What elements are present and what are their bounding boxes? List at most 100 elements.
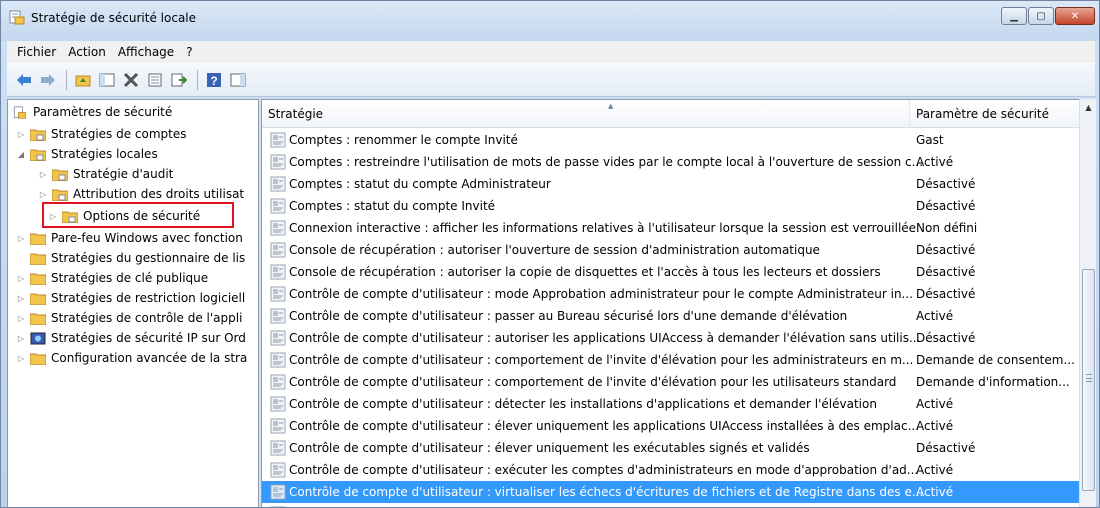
menu-affichage[interactable]: Affichage <box>112 45 180 59</box>
toolbar-separator <box>66 69 67 90</box>
policy-icon <box>270 176 286 192</box>
policy-icon <box>270 308 286 324</box>
menu-action[interactable]: Action <box>62 45 112 59</box>
tree-item-securite-ip[interactable]: ▷ Stratégies de sécurité IP sur Ord <box>16 328 246 348</box>
delete-x-icon <box>123 72 139 87</box>
policy-icon <box>270 462 286 478</box>
expand-arrow-icon[interactable]: ▷ <box>16 293 26 303</box>
menu-fichier[interactable]: Fichier <box>11 45 62 59</box>
folder-icon <box>30 253 46 265</box>
security-policy-app-icon <box>9 10 25 25</box>
table-row[interactable]: Contrôle de compte d'utilisateur : exécu… <box>262 459 1082 481</box>
expand-arrow-icon[interactable]: ▷ <box>16 233 26 243</box>
table-row[interactable]: Contrôle de compte d'utilisateur : autor… <box>262 327 1082 349</box>
table-row[interactable]: Contrôle de compte d'utilisateur : compo… <box>262 371 1082 393</box>
table-row[interactable]: Contrôle de compte d'utilisateur : éleve… <box>262 437 1082 459</box>
folder-icon <box>30 313 46 325</box>
tree-item-label: Pare-feu Windows avec fonction <box>51 231 243 245</box>
vertical-scrollbar[interactable]: ▲ <box>1079 99 1097 507</box>
expand-arrow-icon[interactable]: ▷ <box>38 189 48 199</box>
export-list-button[interactable] <box>168 69 190 91</box>
menu-bar: Fichier Action Affichage ? <box>7 41 1095 63</box>
close-button[interactable]: ✕ <box>1055 7 1095 25</box>
policy-name: Contrôle de compte d'utilisateur : compo… <box>289 375 897 389</box>
tree-item-comptes[interactable]: ▷ Stratégies de comptes <box>16 124 187 144</box>
tree-item-gestionnaire-listes[interactable]: Stratégies du gestionnaire de lis <box>30 248 245 268</box>
table-row[interactable]: Contrôleur de domaine : conditions requi… <box>262 503 1082 507</box>
red-highlight-box <box>42 202 234 228</box>
table-row[interactable]: Comptes : restreindre l'utilisation de m… <box>262 151 1082 173</box>
policy-icon <box>270 330 286 346</box>
tree-item-label: Stratégie d'audit <box>73 167 174 181</box>
properties-button[interactable] <box>144 69 166 91</box>
tree-item-label: Stratégies locales <box>51 147 158 161</box>
expand-arrow-icon[interactable]: ▷ <box>16 313 26 323</box>
tree-item-parefeu[interactable]: ▷ Pare-feu Windows avec fonction <box>16 228 243 248</box>
scrollbar-thumb[interactable] <box>1082 269 1095 491</box>
expand-arrow-icon[interactable]: ▷ <box>16 273 26 283</box>
expand-arrow-icon[interactable]: ▷ <box>16 129 26 139</box>
expand-arrow-icon[interactable]: ▷ <box>16 333 26 343</box>
tree-item-label: Paramètres de sécurité <box>33 105 173 119</box>
policy-setting: Activé <box>916 309 954 323</box>
minimize-button[interactable]: ▁ <box>1001 7 1027 25</box>
title-bar[interactable]: Stratégie de sécurité locale ▁ ▢ ✕ <box>1 1 1099 41</box>
forward-arrow-icon <box>41 73 55 86</box>
tree-item-cle-publique[interactable]: ▷ Stratégies de clé publique <box>16 268 208 288</box>
show-hide-tree-button[interactable] <box>96 69 118 91</box>
table-row[interactable]: Contrôle de compte d'utilisateur : éleve… <box>262 415 1082 437</box>
table-row[interactable]: Comptes : statut du compte Invité Désacti… <box>262 195 1082 217</box>
delete-button[interactable] <box>120 69 142 91</box>
window-title: Stratégie de sécurité locale <box>31 11 197 25</box>
table-row[interactable]: Contrôle de compte d'utilisateur : détec… <box>262 393 1082 415</box>
policy-name: Contrôle de compte d'utilisateur : éleve… <box>289 419 920 433</box>
help-button[interactable]: ? <box>203 69 225 91</box>
table-row[interactable]: Comptes : renommer le compte Invité Gast <box>262 129 1082 151</box>
policy-setting: Désactivé <box>916 243 976 257</box>
policy-icon <box>270 286 286 302</box>
back-button[interactable] <box>13 69 35 91</box>
policy-icon <box>270 484 286 500</box>
policy-setting: Activé <box>916 419 954 433</box>
folder-icon <box>30 273 46 285</box>
policy-icon <box>270 220 286 236</box>
policy-setting: Activé <box>916 155 954 169</box>
minimize-icon: ▁ <box>1010 10 1018 22</box>
collapse-arrow-icon[interactable]: ◢ <box>16 149 26 159</box>
table-row[interactable]: Contrôle de compte d'utilisateur : compo… <box>262 349 1082 371</box>
tree-item-controle-application[interactable]: ▷ Stratégies de contrôle de l'appli <box>16 308 243 328</box>
table-row[interactable]: Console de récupération : autoriser la c… <box>262 261 1082 283</box>
up-level-button[interactable] <box>72 69 94 91</box>
forward-button[interactable] <box>37 69 59 91</box>
tree-item-audit[interactable]: ▷ Stratégie d'audit <box>38 164 173 184</box>
action-pane-button[interactable] <box>227 69 249 91</box>
tree-item-droits[interactable]: ▷ Attribution des droits utilisat <box>38 184 244 204</box>
expand-arrow-icon[interactable]: ▷ <box>16 353 26 363</box>
tree-item-restriction-logicielle[interactable]: ▷ Stratégies de restriction logiciell <box>16 288 245 308</box>
list-header: Stratégie ▲ Paramètre de sécurité <box>262 100 1082 128</box>
table-row[interactable]: Contrôle de compte d'utilisateur : passe… <box>262 305 1082 327</box>
table-row[interactable]: Connexion interactive : afficher les inf… <box>262 217 1082 239</box>
app-window: Stratégie de sécurité locale ▁ ▢ ✕ Fichi… <box>0 0 1100 508</box>
tree-item-root[interactable]: Paramètres de sécurité <box>12 102 172 122</box>
menu-help[interactable]: ? <box>180 45 198 59</box>
table-row[interactable]: Comptes : statut du compte Administrateu… <box>262 173 1082 195</box>
tree-item-locales[interactable]: ◢ Stratégies locales <box>16 144 158 164</box>
tree-item-config-avancee[interactable]: ▷ Configuration avancée de la stra <box>16 348 247 368</box>
folder-icon <box>30 233 46 245</box>
maximize-button[interactable]: ▢ <box>1028 7 1054 25</box>
column-header-strategie[interactable]: Stratégie <box>262 100 910 128</box>
policy-name: Comptes : restreindre l'utilisation de m… <box>289 155 924 169</box>
table-row[interactable]: Contrôle de compte d'utilisateur : virtu… <box>262 481 1082 503</box>
scroll-up-icon[interactable]: ▲ <box>1080 99 1097 116</box>
tree-item-label: Stratégies de sécurité IP sur Ord <box>51 331 246 345</box>
policy-name: Contrôle de compte d'utilisateur : mode … <box>289 287 913 301</box>
table-row[interactable]: Contrôle de compte d'utilisateur : mode … <box>262 283 1082 305</box>
sort-ascending-icon: ▲ <box>608 102 614 110</box>
column-header-parametre[interactable]: Paramètre de sécurité <box>910 100 1082 128</box>
expand-arrow-icon[interactable]: ▷ <box>38 169 48 179</box>
toolbar: ? <box>7 63 1095 97</box>
policy-icon <box>270 154 286 170</box>
table-row[interactable]: Console de récupération : autoriser l'ou… <box>262 239 1082 261</box>
policy-setting: Désactivé <box>916 331 976 345</box>
